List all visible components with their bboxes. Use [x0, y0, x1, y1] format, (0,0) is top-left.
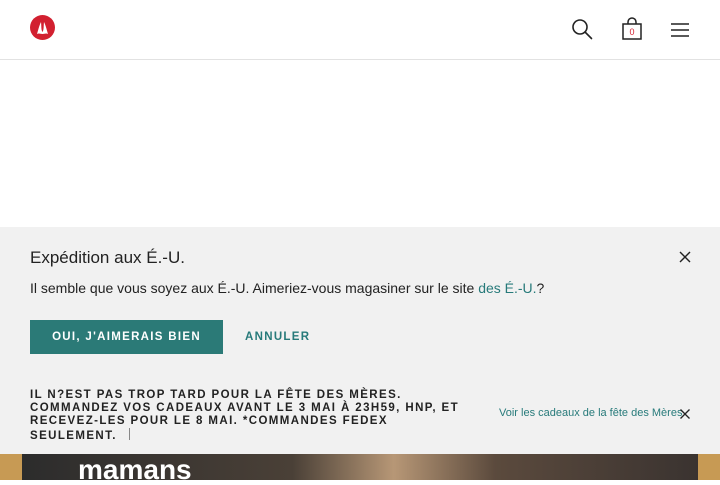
- shipping-message-suffix: ?: [536, 280, 545, 296]
- us-site-link[interactable]: des É.-U.: [478, 280, 536, 296]
- shipping-panel-message: Il semble que vous soyez aux É.-U. Aimer…: [30, 280, 544, 296]
- cancel-button[interactable]: ANNULER: [245, 320, 310, 354]
- mothers-day-gifts-link[interactable]: Voir les cadeaux de la fête des Mères: [499, 407, 682, 419]
- promo-banner-text: IL N?EST PAS TROP TARD POUR LA FÊTE DES …: [30, 389, 470, 443]
- shipping-message-text: Il semble que vous soyez aux É.-U. Aimer…: [30, 280, 479, 296]
- shopping-bag-button[interactable]: 0: [621, 17, 643, 41]
- close-icon[interactable]: [679, 408, 691, 420]
- bag-count-badge: 0: [629, 27, 635, 37]
- promo-message: IL N?EST PAS TROP TARD POUR LA FÊTE DES …: [30, 389, 460, 442]
- lululemon-logo-icon[interactable]: [30, 15, 55, 40]
- search-icon[interactable]: [571, 18, 593, 40]
- hamburger-menu-icon[interactable]: [670, 22, 690, 38]
- confirm-us-site-button[interactable]: OUI, J'AIMERAIS BIEN: [30, 320, 223, 354]
- close-icon[interactable]: [677, 249, 693, 265]
- site-header: 0: [0, 0, 720, 60]
- shipping-panel-title: Expédition aux É.-U.: [30, 248, 185, 267]
- text-cursor: [128, 428, 130, 440]
